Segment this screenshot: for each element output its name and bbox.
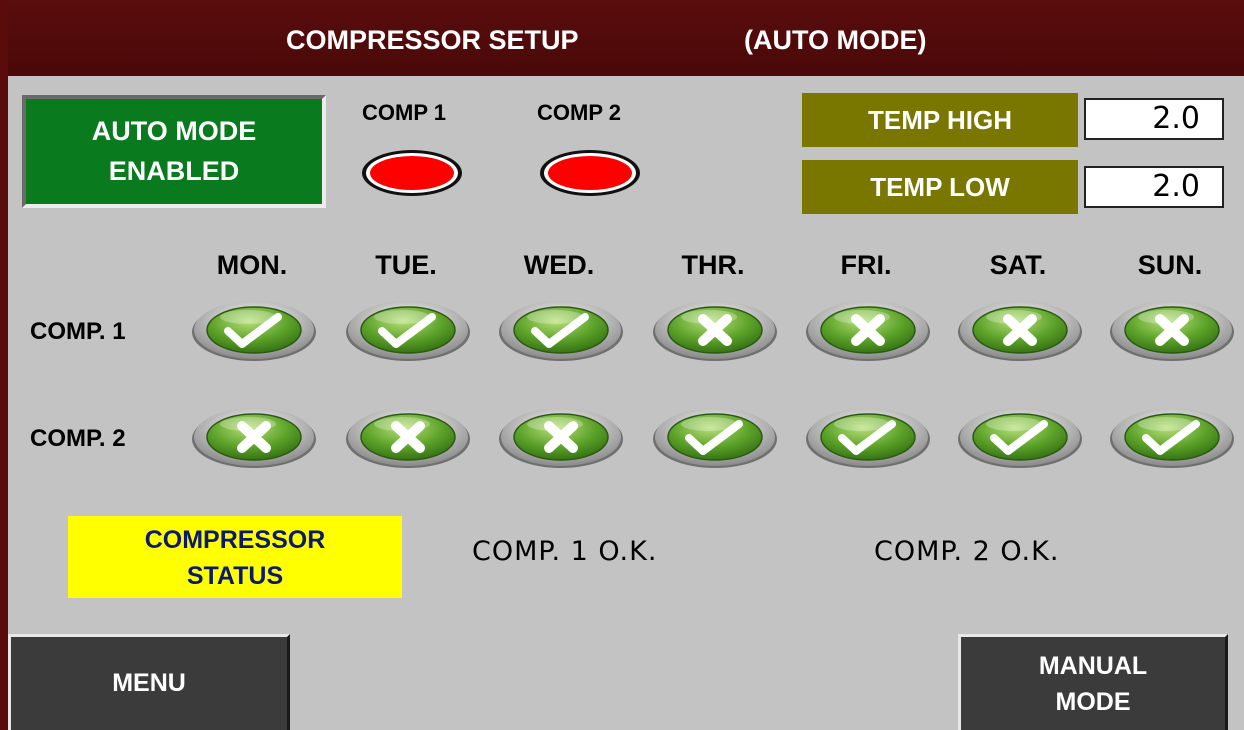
day-header: MON. <box>216 250 288 280</box>
schedule-toggle[interactable] <box>651 404 779 470</box>
auto-mode-line1: AUTO MODE <box>91 116 257 146</box>
comp1-row-label: COMP. 1 <box>30 318 126 345</box>
day-header: WED. <box>523 250 595 280</box>
schedule-toggle[interactable] <box>1108 297 1236 363</box>
schedule-toggle[interactable] <box>344 404 472 470</box>
schedule-toggle[interactable] <box>190 404 318 470</box>
auto-mode-line2: ENABLED <box>108 156 240 186</box>
check-icon <box>958 408 1082 468</box>
schedule-toggle[interactable] <box>651 297 779 363</box>
comp2-row-label: COMP. 2 <box>30 425 126 452</box>
schedule-toggle[interactable] <box>804 404 932 470</box>
cross-icon <box>499 408 623 468</box>
schedule-toggle[interactable] <box>190 297 318 363</box>
title-bar: COMPRESSOR SETUP (AUTO MODE) <box>8 0 1244 76</box>
check-icon <box>1110 408 1234 468</box>
day-header: FRI. <box>840 250 892 280</box>
check-icon <box>806 408 930 468</box>
cross-icon <box>346 408 470 468</box>
temp-low-value[interactable]: 2.0 <box>1084 166 1224 208</box>
left-edge-bar <box>0 0 8 730</box>
schedule-toggle[interactable] <box>344 297 472 363</box>
schedule-toggle[interactable] <box>1108 404 1236 470</box>
day-header: TUE. <box>375 250 437 280</box>
cross-icon <box>1110 301 1234 361</box>
check-icon <box>499 301 623 361</box>
schedule-toggle[interactable] <box>804 297 932 363</box>
day-header: SUN. <box>1137 250 1203 280</box>
status-label-line2: STATUS <box>186 562 284 590</box>
temp-low-label: TEMP LOW <box>802 160 1078 214</box>
check-icon <box>653 408 777 468</box>
schedule-toggle[interactable] <box>956 404 1084 470</box>
comp2-status-text: COMP. 2 O.K. <box>874 536 1060 567</box>
cross-icon <box>958 301 1082 361</box>
check-icon <box>346 301 470 361</box>
check-icon <box>192 301 316 361</box>
comp1-status-lamp <box>362 150 462 196</box>
page-title: COMPRESSOR SETUP <box>286 25 579 55</box>
day-header: SAT. <box>989 250 1047 280</box>
temp-high-label: TEMP HIGH <box>802 93 1078 147</box>
compressor-setup-screen: COMPRESSOR SETUP (AUTO MODE) AUTO MODE E… <box>0 0 1244 730</box>
compressor-status-label: COMPRESSOR STATUS <box>68 516 402 598</box>
comp1-status-text: COMP. 1 O.K. <box>472 536 658 567</box>
auto-mode-indicator[interactable]: AUTO MODE ENABLED <box>22 95 326 208</box>
menu-button[interactable]: MENU <box>8 634 290 730</box>
day-header: THR. <box>681 250 745 280</box>
cross-icon <box>806 301 930 361</box>
manual-button-line2: MODE <box>1055 687 1131 716</box>
manual-button-line1: MANUAL <box>1038 651 1148 680</box>
status-label-line1: COMPRESSOR <box>144 526 326 554</box>
cross-icon <box>653 301 777 361</box>
schedule-toggle[interactable] <box>956 297 1084 363</box>
manual-mode-button[interactable]: MANUAL MODE <box>958 634 1228 730</box>
mode-title: (AUTO MODE) <box>744 25 927 55</box>
schedule-toggle[interactable] <box>497 404 625 470</box>
comp1-lamp-label: COMP 1 <box>362 100 446 125</box>
temp-high-value[interactable]: 2.0 <box>1084 98 1224 140</box>
comp2-lamp-label: COMP 2 <box>537 100 621 125</box>
schedule-toggle[interactable] <box>497 297 625 363</box>
menu-button-label: MENU <box>112 669 186 697</box>
cross-icon <box>192 408 316 468</box>
comp2-status-lamp <box>540 150 640 196</box>
